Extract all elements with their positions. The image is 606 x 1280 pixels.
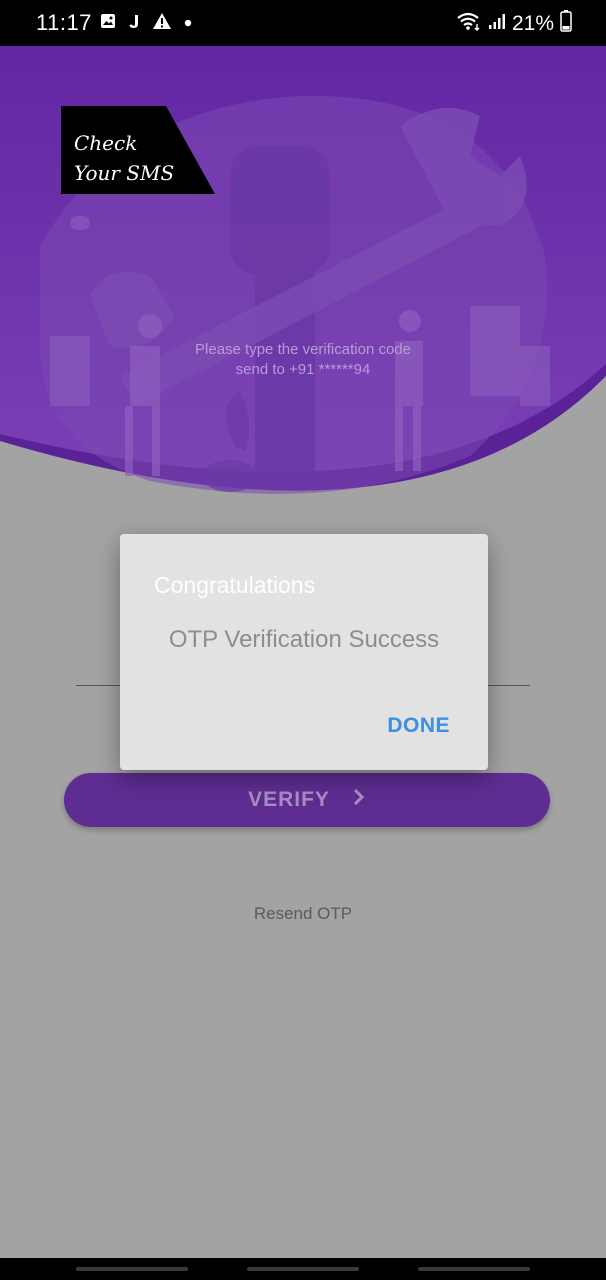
status-bar: 11:17 21% [0, 0, 606, 46]
dialog-message: OTP Verification Success [168, 626, 440, 653]
done-button[interactable]: DONE [387, 714, 450, 738]
system-icons: 21% [456, 10, 572, 37]
notification-icons [100, 12, 192, 35]
gallery-icon [100, 13, 116, 34]
check-sms-text: Check Your SMS [74, 131, 175, 185]
warning-icon [152, 12, 172, 35]
verify-label: VERIFY [248, 788, 330, 811]
signal-icon [488, 12, 506, 35]
chevron-right-icon [352, 788, 366, 812]
nav-home-button[interactable] [247, 1267, 359, 1271]
dot-icon [184, 14, 192, 32]
status-time: 11:17 [36, 10, 92, 35]
battery-percent: 21% [511, 11, 554, 35]
verification-prompt: Please type the verification code send t… [195, 341, 411, 378]
j-app-icon [128, 13, 140, 34]
battery-icon [560, 10, 572, 37]
resend-otp-link[interactable]: Resend OTP [0, 904, 606, 924]
verify-button[interactable]: VERIFY [64, 773, 550, 827]
navigation-bar [0, 1258, 606, 1280]
nav-recents-button[interactable] [76, 1267, 188, 1271]
wifi-icon [456, 11, 482, 36]
nav-back-button[interactable] [418, 1267, 530, 1271]
check-sms-badge: Check Your SMS [61, 106, 215, 194]
dialog-title: Congratulations [154, 572, 316, 598]
success-dialog: Congratulations OTP Verification Success… [120, 534, 488, 770]
